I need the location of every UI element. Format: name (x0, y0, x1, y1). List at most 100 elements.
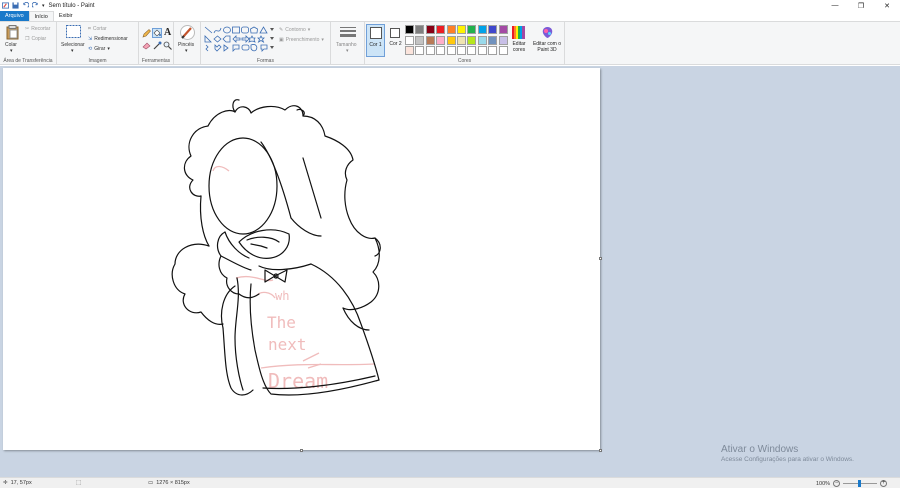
palette-swatch[interactable] (477, 46, 487, 55)
tab-view[interactable]: Exibir (54, 11, 78, 21)
palette-swatch[interactable] (446, 46, 456, 55)
image-group: Selecionar ▾ ⌗ Cortar ⇲ Redimensionar ⟲ Gir… (57, 22, 139, 65)
shapes-gallery[interactable] (204, 26, 276, 52)
scissors-icon: ✂ (25, 26, 30, 32)
palette-swatch[interactable] (446, 35, 456, 45)
eraser-icon[interactable] (142, 41, 151, 50)
resize-handle-corner[interactable] (599, 449, 602, 452)
palette-swatch[interactable] (467, 35, 477, 45)
tab-home[interactable]: Início (28, 11, 54, 21)
tools-group: A Ferramentas (139, 22, 174, 65)
select-icon[interactable] (66, 25, 81, 38)
sketch-text-3: next (268, 335, 307, 354)
fill-tool-selected[interactable] (152, 28, 162, 38)
palette-swatch[interactable] (457, 25, 466, 34)
colors-group: Cor 1 Cor 2 Editar cores Editar com o Pa… (365, 22, 565, 65)
redo-icon[interactable] (32, 2, 39, 9)
zoom-out-icon[interactable]: − (833, 480, 841, 487)
cut-button[interactable]: ✂ Recortar (25, 26, 50, 32)
palette-swatch[interactable] (467, 46, 477, 55)
zoom-slider-thumb[interactable] (858, 480, 862, 487)
workspace: wh The next Dream Ativar o Windows Acess… (0, 66, 900, 477)
select-dropdown-icon[interactable]: ▾ (71, 48, 74, 54)
brush-icon[interactable] (180, 25, 195, 40)
paste-dropdown-icon[interactable]: ▾ (10, 48, 13, 54)
palette-swatch[interactable] (436, 35, 446, 45)
palette-swatch[interactable] (425, 46, 435, 55)
maximize-button[interactable]: ❐ (848, 0, 874, 11)
zoom-slider[interactable] (843, 480, 878, 487)
palette-swatch[interactable] (405, 35, 414, 45)
magnifier-icon[interactable] (163, 41, 172, 50)
palette-swatch[interactable] (405, 46, 414, 55)
zoom-control: 100% − + (816, 480, 888, 487)
color1-label: Cor 1 (369, 42, 382, 48)
outline-button[interactable]: ✎ Contorno ▾ (279, 27, 310, 33)
pencil-icon[interactable] (142, 29, 151, 38)
palette-swatch[interactable] (436, 46, 446, 55)
color2-button[interactable]: Cor 2 (387, 24, 404, 57)
save-icon[interactable] (12, 2, 19, 9)
palette-swatch[interactable] (498, 35, 508, 45)
brushes-dropdown-icon[interactable]: ▾ (185, 48, 188, 54)
copy-button[interactable]: ❐ Copiar (25, 36, 46, 42)
crop-button[interactable]: ⌗ Cortar (88, 26, 107, 32)
color-spectrum-icon (512, 26, 525, 39)
palette-swatch[interactable] (488, 25, 498, 34)
tab-file[interactable]: Arquivo (0, 11, 29, 21)
color-picker-icon[interactable] (153, 41, 162, 50)
palette-swatch[interactable] (405, 25, 414, 34)
palette-swatch[interactable] (498, 25, 508, 34)
cursor-position-text: 17, 57px (10, 480, 32, 486)
rotate-icon: ⟲ (88, 46, 93, 52)
zoom-in-icon[interactable]: + (880, 480, 888, 487)
clipboard-group-label: Área de Transferência (3, 58, 53, 64)
size-dropdown-icon[interactable]: ▾ (346, 48, 349, 54)
cursor-icon: ✛ (3, 480, 8, 486)
palette-swatch[interactable] (415, 35, 425, 45)
color1-button[interactable]: Cor 1 (366, 24, 385, 57)
image-group-label: Imagem (88, 58, 107, 64)
palette-swatch[interactable] (436, 25, 446, 34)
fill-bucket-icon (153, 29, 161, 37)
paste-icon[interactable] (6, 25, 19, 40)
line-size-icon[interactable] (340, 27, 356, 39)
color2-label: Cor 2 (389, 41, 402, 47)
resize-button[interactable]: ⇲ Redimensionar (88, 36, 128, 42)
selection-icon: ⬚ (76, 480, 82, 486)
palette-swatch[interactable] (457, 46, 466, 55)
palette-swatch[interactable] (415, 25, 425, 34)
palette-swatch[interactable] (446, 25, 456, 34)
palette-swatch[interactable] (488, 35, 498, 45)
palette-swatch[interactable] (425, 35, 435, 45)
crop-label: Cortar (92, 26, 107, 32)
edit-colors-button[interactable]: Editar cores (509, 24, 529, 60)
canvas-size-text: 1276 × 815px (156, 480, 190, 486)
color1-swatch (370, 27, 382, 39)
palette-swatch[interactable] (498, 46, 508, 55)
customize-quick-access-icon[interactable]: ▾ (42, 3, 45, 9)
palette-swatch[interactable] (477, 35, 487, 45)
palette-swatch[interactable] (467, 25, 477, 34)
palette-swatch[interactable] (415, 46, 425, 55)
fill-button[interactable]: ▣ Preenchimento ▾ (279, 37, 324, 43)
undo-icon[interactable] (22, 2, 29, 9)
ribbon: Colar ▾ ✂ Recortar ❐ Copiar Área de Transf… (0, 21, 900, 65)
text-tool-icon[interactable]: A (164, 27, 171, 38)
rotate-button[interactable]: ⟲ Girar ▾ (88, 46, 110, 52)
resize-handle-bottom[interactable] (300, 449, 303, 452)
paint3d-button[interactable]: Editar com o Paint 3D (531, 24, 563, 60)
palette-swatch[interactable] (477, 25, 487, 34)
palette-swatch[interactable] (488, 46, 498, 55)
copy-label: Copiar (31, 36, 47, 42)
resize-handle-right[interactable] (599, 257, 602, 260)
close-button[interactable]: ✕ (874, 0, 900, 11)
status-bar: ✛ 17, 57px ⬚ ▭ 1276 × 815px 100% − + (0, 477, 900, 488)
canvas-size-icon: ▭ (148, 480, 154, 486)
canvas-size: ▭ 1276 × 815px (148, 480, 190, 486)
minimize-button[interactable]: — (822, 0, 848, 11)
palette-swatch[interactable] (425, 25, 435, 34)
palette-swatch[interactable] (457, 35, 466, 45)
drawing-canvas[interactable]: wh The next Dream (3, 68, 600, 450)
outline-dropdown-icon: ▾ (307, 27, 311, 33)
